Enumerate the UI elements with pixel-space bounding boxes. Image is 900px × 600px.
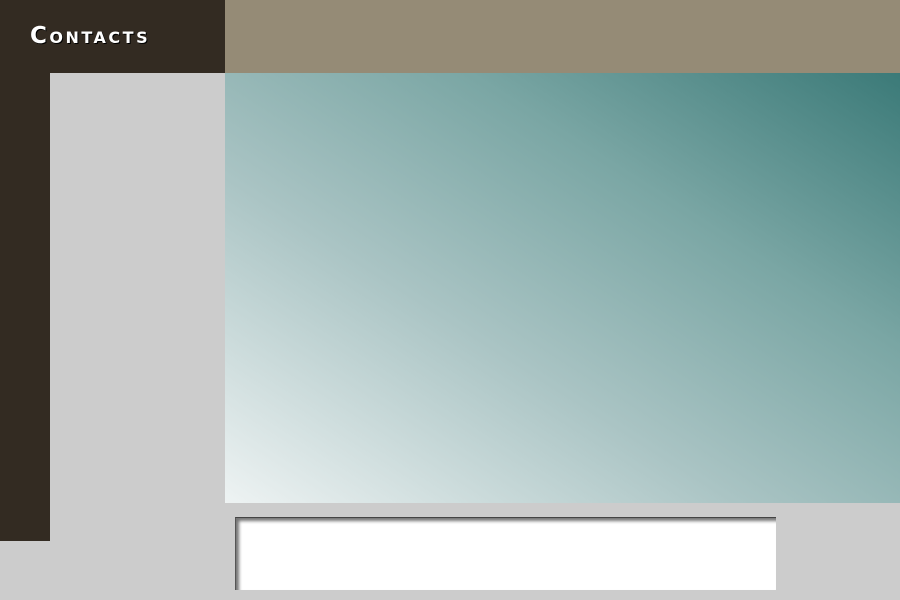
content-box	[235, 517, 776, 590]
left-sidebar-strip	[0, 73, 50, 541]
header-dark-block: Contacts	[0, 0, 225, 73]
page-title: Contacts	[30, 23, 151, 49]
header-bar	[225, 0, 900, 73]
hero-gradient-panel	[225, 73, 900, 503]
